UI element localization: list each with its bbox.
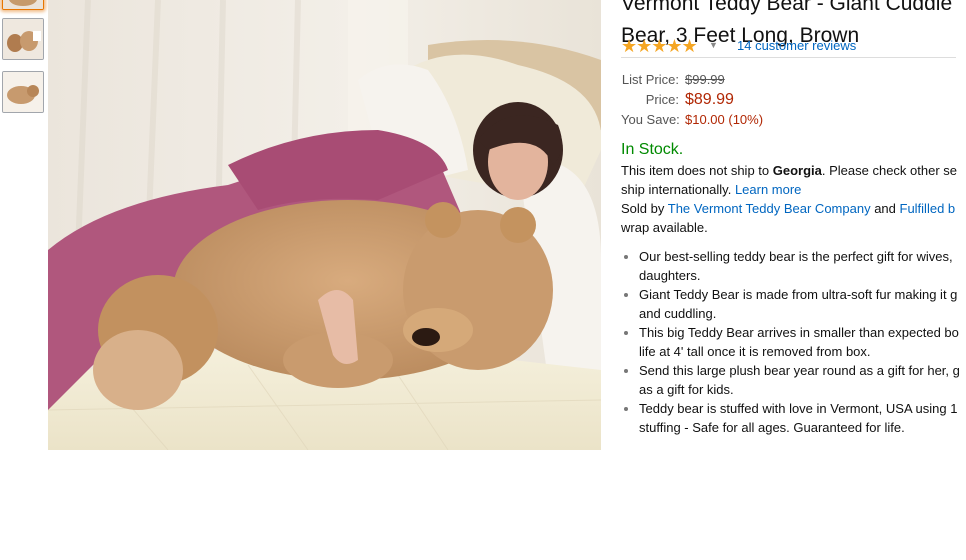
sold-by-line: Sold by The Vermont Teddy Bear Company a… [621, 199, 955, 218]
shipping-text: This item does not ship to [621, 163, 773, 178]
product-title-line1: Vermont Teddy Bear - Giant Cuddle [621, 0, 953, 15]
learn-more-link[interactable]: Learn more [735, 182, 801, 197]
divider [621, 57, 956, 58]
price-value: $89.99 [685, 91, 734, 108]
thumbnail-1-image [3, 0, 43, 9]
star-rating-icon[interactable]: ★★★★★ [621, 36, 698, 57]
shipping-notice-line1: This item does not ship to Georgia. Plea… [621, 161, 957, 180]
chevron-down-icon[interactable]: ▼ [709, 40, 718, 50]
feature-bullets: Our best-selling teddy bear is the perfe… [621, 247, 966, 437]
price-table: List Price: $99.99 Price: $89.99 You Save:… [621, 70, 763, 130]
feature-bullet-2-line1: Giant Teddy Bear is made from ultra-soft… [639, 287, 958, 302]
product-info-column: Vermont Teddy Bear - Giant Cuddle Bear, … [621, 0, 966, 560]
gift-wrap-line: wrap available. [621, 220, 708, 235]
price-row: Price: $89.99 [621, 90, 763, 110]
you-save-value: $10.00 (10%) [685, 112, 764, 127]
feature-bullet-2: Giant Teddy Bear is made from ultra-soft… [639, 285, 966, 323]
feature-bullet-1-line2: daughters. [639, 268, 701, 283]
feature-bullet-4-line1: Send this large plush bear year round as… [639, 363, 960, 378]
shipping-text-2: . Please check other se [821, 163, 958, 178]
you-save-row: You Save: $10.00 (10%) [621, 110, 763, 130]
customer-reviews-link[interactable]: 14 customer reviews [737, 38, 856, 53]
list-price-row: List Price: $99.99 [621, 70, 763, 90]
shipping-location: Georgia [772, 163, 822, 178]
thumbnail-2-image [3, 19, 43, 59]
sold-by-and: and [870, 201, 900, 216]
availability-status: In Stock. [621, 141, 684, 158]
you-save-label: You Save: [621, 112, 680, 127]
thumbnail-3-image [3, 72, 43, 112]
feature-bullet-4-line2: as a gift for kids. [639, 382, 734, 397]
list-price-label: List Price: [621, 72, 679, 87]
feature-bullet-3: This big Teddy Bear arrives in smaller t… [639, 323, 966, 361]
feature-bullet-5: Teddy bear is stuffed with love in Vermo… [639, 399, 966, 437]
feature-bullet-5-line2: stuffing - Safe for all ages. Guaranteed… [639, 420, 905, 435]
shipping-text-3: ship internationally. [621, 182, 735, 197]
thumbnail-1[interactable] [2, 0, 44, 10]
shipping-notice-line2: ship internationally. Learn more [621, 180, 801, 199]
feature-bullet-4: Send this large plush bear year round as… [639, 361, 966, 399]
list-price-value: $99.99 [685, 72, 725, 87]
feature-bullet-1-line1: Our best-selling teddy bear is the perfe… [639, 249, 953, 264]
feature-bullet-2-line2: and cuddling. [639, 306, 717, 321]
sold-by-prefix: Sold by [621, 201, 668, 216]
feature-bullet-3-line2: life at 4' tall once it is removed from … [639, 344, 871, 359]
seller-link[interactable]: The Vermont Teddy Bear Company [668, 201, 871, 216]
fulfilled-by-link[interactable]: Fulfilled b [900, 201, 956, 216]
feature-bullet-5-line1: Teddy bear is stuffed with love in Vermo… [639, 401, 958, 416]
thumbnail-3[interactable] [2, 71, 44, 113]
thumbnail-2[interactable] [2, 18, 44, 60]
main-product-image[interactable] [48, 0, 601, 450]
price-label: Price: [645, 92, 679, 107]
feature-bullet-3-line1: This big Teddy Bear arrives in smaller t… [639, 325, 959, 340]
rating-row: ★★★★★ ▼ 14 customer reviews [621, 36, 956, 57]
feature-bullet-1: Our best-selling teddy bear is the perfe… [639, 247, 966, 285]
